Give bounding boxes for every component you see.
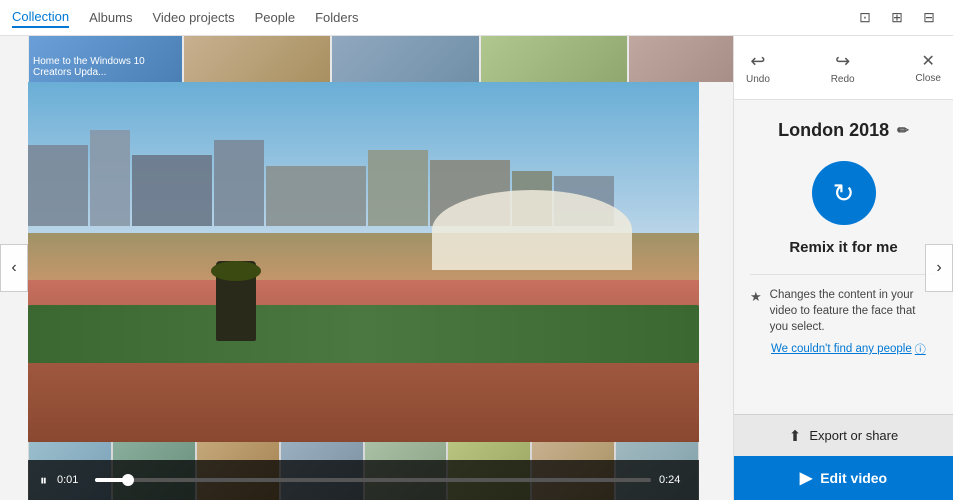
undo-button[interactable]: ↩ Undo — [746, 51, 770, 85]
thumb-top-first[interactable]: Home to the Windows 10 Creators Upda... — [29, 36, 182, 82]
close-label: Close — [915, 73, 941, 84]
nav-video-projects[interactable]: Video projects — [152, 8, 234, 27]
close-button[interactable]: ✕ Close — [915, 51, 941, 84]
thumb-top-4[interactable] — [481, 36, 628, 82]
star-icon: ★ — [750, 288, 762, 306]
export-label: Export or share — [809, 428, 898, 443]
nav-folders[interactable]: Folders — [315, 8, 358, 27]
dustbin — [216, 261, 256, 341]
right-panel: ↩ Undo ↪ Redo ✕ Close London 2018 ✏ ↻ Re… — [733, 36, 953, 500]
info-text: Changes the content in your video to fea… — [770, 287, 937, 335]
main-area: ‹ Home to the Windows 10 Creators Upda..… — [0, 36, 953, 500]
edit-video-button[interactable]: ▶ Edit video — [734, 456, 953, 500]
panel-content: London 2018 ✏ ↻ Remix it for me ★ Change… — [734, 100, 953, 414]
export-icon: ⬆ — [789, 427, 802, 445]
nav-people[interactable]: People — [255, 8, 295, 27]
umbrella — [432, 190, 632, 310]
nav-collection[interactable]: Collection — [12, 7, 69, 28]
thumb-top-label: Home to the Windows 10 Creators Upda... — [33, 56, 182, 78]
video-player[interactable] — [28, 82, 699, 442]
panel-toolbar: ↩ Undo ↪ Redo ✕ Close — [734, 36, 953, 100]
people-link[interactable]: We couldn't find any people ⓘ — [771, 341, 937, 357]
remix-label: Remix it for me — [789, 239, 897, 256]
nav-right-icons: ⊡ ⊞ ⊟ — [853, 6, 941, 30]
next-arrow[interactable]: › — [925, 244, 953, 292]
info-section: ★ Changes the content in your video to f… — [750, 274, 937, 369]
video-title: London 2018 ✏ — [778, 120, 909, 141]
thumb-top-3[interactable] — [332, 36, 479, 82]
prev-arrow[interactable]: ‹ — [0, 244, 28, 292]
play-pause-button[interactable]: ⏸ — [38, 470, 49, 491]
redo-button[interactable]: ↪ Redo — [831, 51, 855, 85]
total-time: 0:24 — [659, 474, 689, 486]
thumb-top-2[interactable] — [184, 36, 331, 82]
progress-thumb[interactable] — [122, 474, 134, 486]
current-time: 0:01 — [57, 474, 87, 486]
hedges — [28, 305, 699, 363]
video-background — [28, 82, 699, 442]
info-row: ★ Changes the content in your video to f… — [750, 287, 937, 335]
edit-title-button[interactable]: ✏ — [897, 122, 909, 139]
view-icon-1[interactable]: ⊡ — [853, 6, 877, 30]
undo-icon: ↩ — [750, 51, 765, 72]
undo-label: Undo — [746, 74, 770, 85]
progress-bar[interactable] — [95, 478, 651, 482]
redo-label: Redo — [831, 74, 855, 85]
remix-icon: ↻ — [833, 178, 855, 209]
title-text: London 2018 — [778, 120, 889, 141]
edit-video-icon: ▶ — [800, 468, 812, 488]
view-icon-3[interactable]: ⊟ — [917, 6, 941, 30]
view-icon-2[interactable]: ⊞ — [885, 6, 909, 30]
top-navigation: Collection Albums Video projects People … — [0, 0, 953, 36]
remix-button[interactable]: ↻ — [812, 161, 876, 225]
close-icon: ✕ — [921, 51, 934, 71]
info-circle-icon: ⓘ — [915, 341, 926, 357]
nav-albums[interactable]: Albums — [89, 8, 132, 27]
export-share-button[interactable]: ⬆ Export or share — [734, 414, 953, 456]
redo-icon: ↪ — [835, 51, 850, 72]
edit-video-label: Edit video — [820, 470, 887, 486]
video-controls: ⏸ 0:01 0:24 — [28, 460, 699, 500]
people-link-text: We couldn't find any people — [771, 343, 912, 355]
